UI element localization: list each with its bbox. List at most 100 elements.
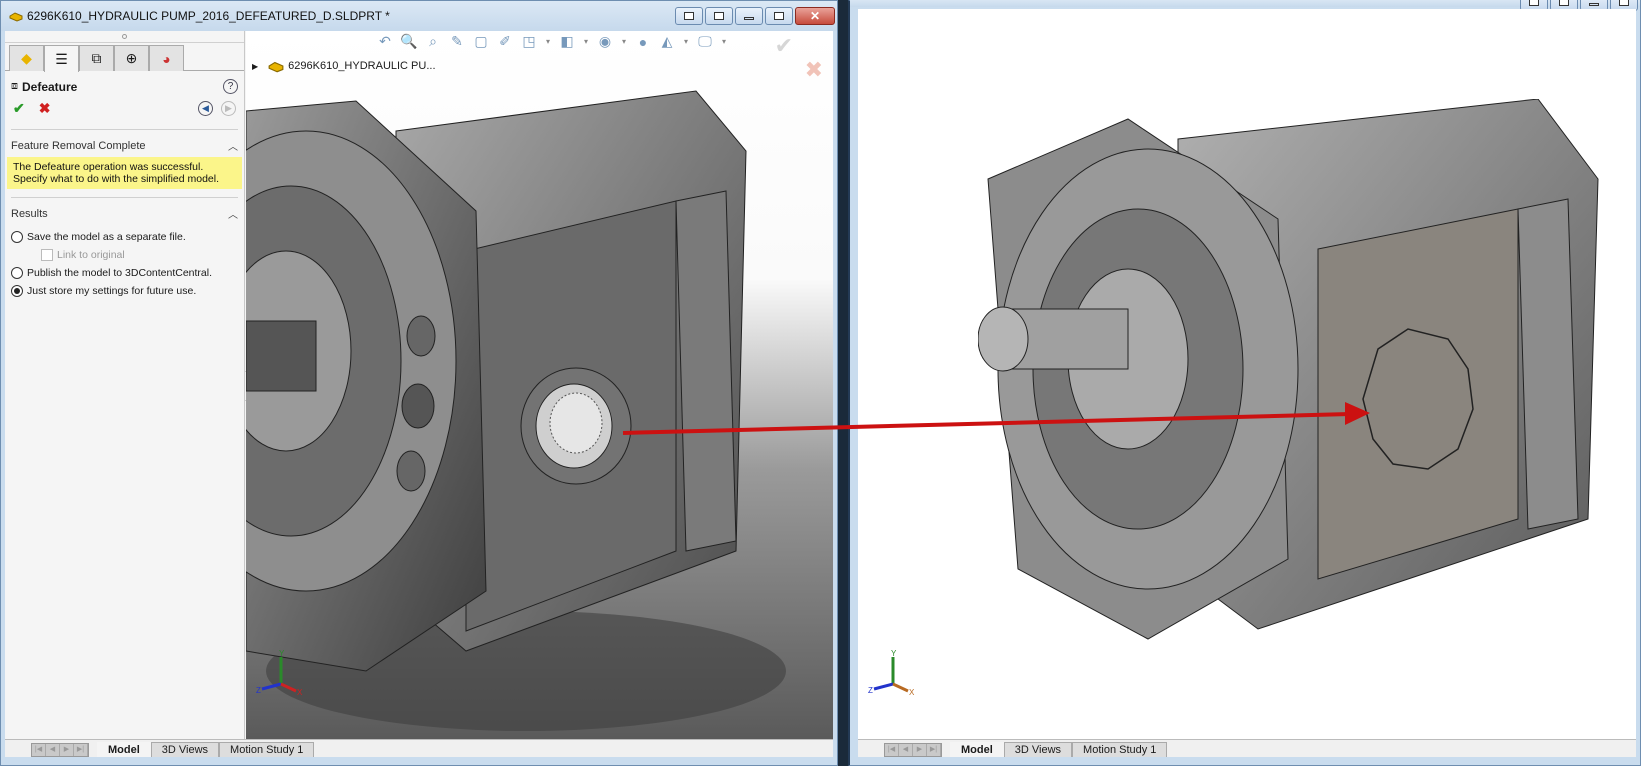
next-button[interactable]: ▶ xyxy=(221,101,236,116)
dropdown-arrow-icon[interactable]: ▾ xyxy=(544,37,552,46)
option-link-original[interactable]: Link to original xyxy=(11,249,238,261)
triad-y-label: Y xyxy=(279,649,285,658)
zoom-to-fit-icon[interactable]: 🔍 xyxy=(400,33,418,50)
option-publish-3dcc[interactable]: Publish the model to 3DContentCentral. xyxy=(11,267,238,279)
tab-configuration-manager[interactable]: ⧉ xyxy=(79,45,114,71)
tab-feature-manager[interactable]: ◆ xyxy=(9,45,44,71)
graphics-area[interactable]: Y Z X xyxy=(858,9,1636,739)
first-tab-icon[interactable]: |◀ xyxy=(32,744,46,756)
tab-motion-study[interactable]: Motion Study 1 xyxy=(219,742,315,757)
option-label: Link to original xyxy=(57,249,125,261)
checkbox-link-original[interactable] xyxy=(41,249,53,261)
dropdown-arrow-icon[interactable]: ▾ xyxy=(720,37,728,46)
title-bar xyxy=(850,0,1640,11)
manager-tabs: ◆ ☰ ⧉ ⊕ ◕ xyxy=(5,45,244,72)
collapse-icon[interactable]: ︿ xyxy=(228,138,238,153)
pump-model-defeatured xyxy=(978,99,1599,640)
tab-display-manager[interactable]: ◕ xyxy=(149,45,184,71)
property-manager-icon: ☰ xyxy=(55,50,68,67)
help-button[interactable]: ? xyxy=(223,79,238,94)
title-bar: 6296K610_HYDRAULIC PUMP_2016_DEFEATURED_… xyxy=(1,1,837,31)
pm-title: Defeature xyxy=(22,79,78,94)
prev-tab-icon[interactable]: ◀ xyxy=(899,744,913,756)
view-settings-icon[interactable]: 🖵 xyxy=(696,33,714,50)
view-selector-icon[interactable]: ▢ xyxy=(472,33,490,50)
document-client-area: ◆ ☰ ⧉ ⊕ ◕ ⧈ Defeature ? ✔ ✖ ◀ ▶ Feature … xyxy=(5,31,833,757)
option-label: Just store my settings for future use. xyxy=(27,285,197,297)
dynamic-annotation-icon[interactable]: ✐ xyxy=(496,33,514,50)
next-tab-icon[interactable]: ▶ xyxy=(60,744,74,756)
triad-z-label: Z xyxy=(868,686,873,695)
expand-arrow-icon[interactable]: ▶ xyxy=(252,62,258,71)
group-header[interactable]: Feature Removal Complete ︿ xyxy=(11,134,238,157)
dropdown-arrow-icon[interactable]: ▾ xyxy=(682,37,690,46)
tile-right-button[interactable] xyxy=(705,7,733,25)
option-label: Save the model as a separate file. xyxy=(27,231,186,243)
option-save-separate[interactable]: Save the model as a separate file. xyxy=(11,231,238,243)
option-label: Publish the model to 3DContentCentral. xyxy=(27,267,213,279)
bottom-tab-bar: |◀ ◀ ▶ ▶| Model 3D Views Motion Study 1 xyxy=(5,739,833,757)
tab-dimxpert-manager[interactable]: ⊕ xyxy=(114,45,149,71)
edit-appearance-icon[interactable]: ● xyxy=(634,34,652,50)
tab-model[interactable]: Model xyxy=(97,742,151,757)
next-tab-icon[interactable]: ▶ xyxy=(913,744,927,756)
option-store-settings[interactable]: Just store my settings for future use. xyxy=(11,285,238,297)
group-title: Feature Removal Complete xyxy=(11,139,146,152)
radio-save-separate[interactable] xyxy=(11,231,23,243)
window-title: 6296K610_HYDRAULIC PUMP_2016_DEFEATURED_… xyxy=(27,9,390,23)
zoom-to-area-icon[interactable]: ⌕ xyxy=(424,33,442,50)
configuration-icon: ⧉ xyxy=(91,50,102,66)
tab-property-manager[interactable]: ☰ xyxy=(44,45,79,72)
previous-view-icon[interactable]: ↶ xyxy=(376,33,394,50)
graphics-area[interactable]: ↶ 🔍 ⌕ ✎ ▢ ✐ ◳ ▾ ◧ ▾ ◉ ▾ ● ◭ ▾ 🖵 ▾ ▶ 6296K610_… xyxy=(246,31,833,739)
axis-triad: Y Z X xyxy=(256,649,303,697)
group-title: Results xyxy=(11,207,48,220)
last-tab-icon[interactable]: ▶| xyxy=(74,744,88,756)
pump-model-original xyxy=(246,90,786,731)
collapse-icon[interactable]: ︿ xyxy=(228,206,238,221)
tab-3d-views[interactable]: 3D Views xyxy=(1003,742,1073,757)
confirm-ok-icon[interactable]: ✔ xyxy=(775,33,793,59)
apply-scene-icon[interactable]: ◭ xyxy=(658,33,676,50)
prev-tab-icon[interactable]: ◀ xyxy=(46,744,60,756)
pm-actions: ✔ ✖ ◀ ▶ xyxy=(5,96,244,121)
group-results: Results ︿ Save the model as a separate f… xyxy=(5,198,244,297)
axis-triad: Y Z X xyxy=(868,649,915,697)
bottom-tab-bar: |◀ ◀ ▶ ▶| Model 3D Views Motion Study 1 xyxy=(858,739,1636,757)
back-button[interactable]: ◀ xyxy=(198,101,213,116)
display-manager-icon: ◕ xyxy=(162,50,171,67)
part-icon: ◆ xyxy=(21,50,32,66)
crosshair-icon: ⊕ xyxy=(125,50,138,66)
tab-scroll-buttons: |◀ ◀ ▶ ▶| xyxy=(31,743,89,757)
part-icon xyxy=(268,61,284,73)
heads-up-toolbar: ↶ 🔍 ⌕ ✎ ▢ ✐ ◳ ▾ ◧ ▾ ◉ ▾ ● ◭ ▾ 🖵 ▾ xyxy=(376,33,728,50)
tab-3d-views[interactable]: 3D Views xyxy=(150,742,220,757)
feature-tree-root[interactable]: ▶ 6296K610_HYDRAULIC PU... xyxy=(252,59,436,73)
triad-x-label: X xyxy=(297,688,303,697)
group-header[interactable]: Results ︿ xyxy=(11,202,238,225)
hide-show-icon[interactable]: ◉ xyxy=(596,33,614,50)
tab-motion-study[interactable]: Motion Study 1 xyxy=(1072,742,1168,757)
ok-button[interactable]: ✔ xyxy=(13,100,25,117)
property-manager-panel: ◆ ☰ ⧉ ⊕ ◕ ⧈ Defeature ? ✔ ✖ ◀ ▶ Feature … xyxy=(5,31,245,757)
panel-grip[interactable] xyxy=(5,31,244,43)
confirm-cancel-icon[interactable]: ✖ xyxy=(805,57,823,83)
close-button[interactable]: ✕ xyxy=(795,7,835,25)
section-view-icon[interactable]: ✎ xyxy=(448,33,466,50)
triad-y-label: Y xyxy=(891,649,897,658)
maximize-button[interactable] xyxy=(765,7,793,25)
cancel-button[interactable]: ✖ xyxy=(39,100,51,117)
minimize-button[interactable] xyxy=(735,7,763,25)
radio-publish-3dcc[interactable] xyxy=(11,267,23,279)
last-tab-icon[interactable]: ▶| xyxy=(927,744,941,756)
tree-root-label: 6296K610_HYDRAULIC PU... xyxy=(288,60,436,72)
radio-store-settings[interactable] xyxy=(11,285,23,297)
dropdown-arrow-icon[interactable]: ▾ xyxy=(620,37,628,46)
view-orientation-icon[interactable]: ◳ xyxy=(520,33,538,50)
tab-model[interactable]: Model xyxy=(950,742,1004,757)
group-feature-removal-complete: Feature Removal Complete ︿ The Defeature… xyxy=(5,130,244,189)
first-tab-icon[interactable]: |◀ xyxy=(885,744,899,756)
tile-left-button[interactable] xyxy=(675,7,703,25)
dropdown-arrow-icon[interactable]: ▾ xyxy=(582,37,590,46)
display-style-icon[interactable]: ◧ xyxy=(558,33,576,50)
